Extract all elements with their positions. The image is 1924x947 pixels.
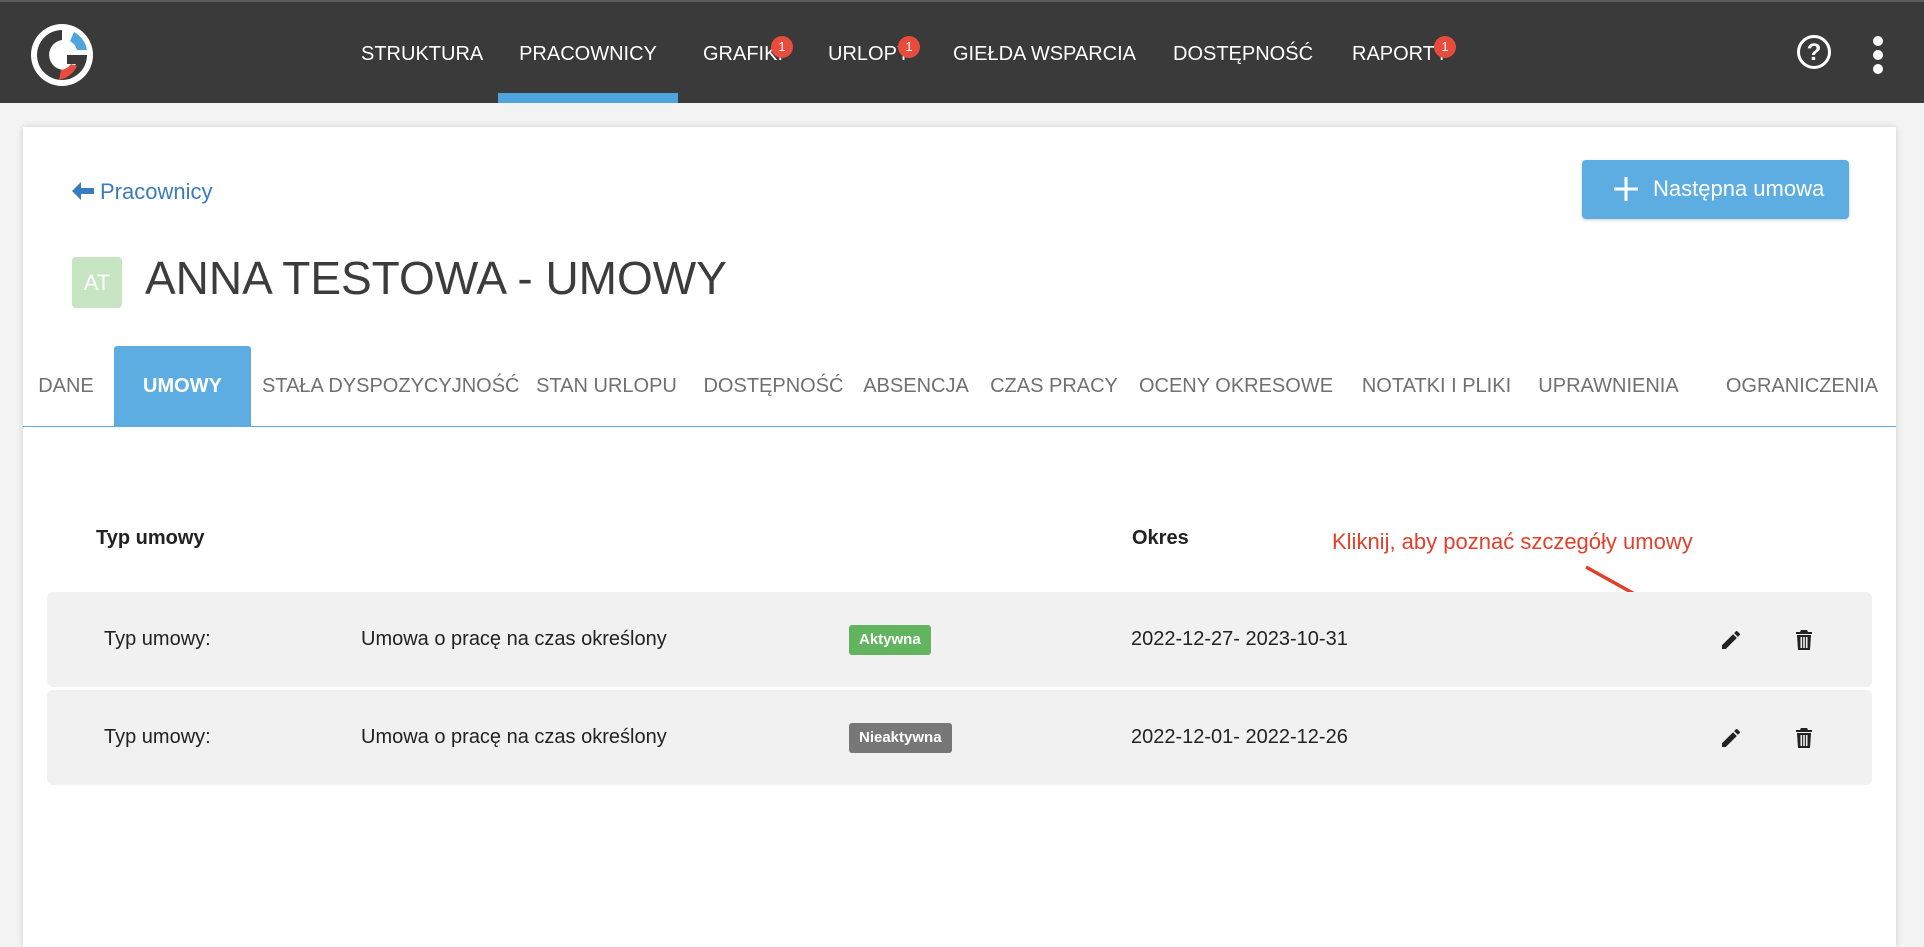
active-nav-indicator <box>498 93 678 103</box>
nav-item-urlopy[interactable]: URLOPY <box>828 2 910 103</box>
nav-item-label: DOSTĘPNOŚĆ <box>1173 43 1314 65</box>
tab-dostepnosc[interactable]: DOSTĘPNOŚĆ <box>701 346 846 426</box>
tab-notatki-i-pliki[interactable]: NOTATKI I PLIKI <box>1355 346 1518 426</box>
tab-czas-pracy[interactable]: CZAS PRACY <box>989 346 1119 426</box>
back-link-label: Pracownicy <box>100 179 213 204</box>
nav-item-pracownicy[interactable]: PRACOWNICY <box>498 2 678 103</box>
add-contract-button[interactable]: Następna umowa <box>1582 160 1849 219</box>
nav-item-label: GIEŁDA WSPARCIA <box>953 43 1137 65</box>
top-navigation-bar: STRUKTURA PRACOWNICY GRAFIKI 1 URLOPY 1 … <box>0 0 1924 103</box>
main-card: Pracownicy Następna umowa AT ANNA TESTOW… <box>23 127 1896 947</box>
contract-period: 2022-12-01- 2022-12-26 <box>1131 726 1348 748</box>
kebab-menu-icon[interactable] <box>1872 36 1884 76</box>
arrow-left-icon <box>72 182 94 200</box>
contract-type-value: Umowa o pracę na czas określony <box>361 628 667 650</box>
tab-oceny-okresowe[interactable]: OCENY OKRESOWE <box>1136 346 1336 426</box>
avatar: AT <box>72 257 122 308</box>
contract-period: 2022-12-27- 2023-10-31 <box>1131 628 1348 650</box>
nav-item-raporty[interactable]: RAPORTY <box>1352 2 1448 103</box>
nav-item-gielda-wsparcia[interactable]: GIEŁDA WSPARCIA <box>953 2 1136 103</box>
tab-stan-urlopu[interactable]: STAN URLOPU <box>535 346 678 426</box>
notification-badge: 1 <box>898 36 920 58</box>
tab-absencja[interactable]: ABSENCJA <box>862 346 970 426</box>
contract-type-label: Typ umowy: <box>104 726 211 748</box>
status-badge: Nieaktywna <box>849 723 952 753</box>
contract-type-value: Umowa o pracę na czas określony <box>361 726 667 748</box>
menu-dot <box>1873 36 1883 46</box>
trash-icon[interactable] <box>1792 628 1816 652</box>
column-header-type: Typ umowy <box>96 527 205 549</box>
pencil-icon[interactable] <box>1719 726 1743 750</box>
nav-item-struktura[interactable]: STRUKTURA <box>361 2 483 103</box>
nav-item-label: PRACOWNICY <box>519 43 657 65</box>
nav-item-dostepnosc[interactable]: DOSTĘPNOŚĆ <box>1173 2 1313 103</box>
nav-item-label: STRUKTURA <box>361 43 484 65</box>
trash-icon[interactable] <box>1792 726 1816 750</box>
back-link[interactable]: Pracownicy <box>72 179 212 205</box>
app-logo[interactable] <box>29 22 95 88</box>
status-badge: Aktywna <box>849 625 931 655</box>
annotation-hint: Kliknij, aby poznać szczegóły umowy <box>1332 529 1693 554</box>
tab-uprawnienia[interactable]: UPRAWNIENIA <box>1529 346 1688 426</box>
plus-icon <box>1614 177 1638 201</box>
add-contract-label: Następna umowa <box>1653 176 1825 201</box>
table-row[interactable]: Typ umowy: Umowa o pracę na czas określo… <box>47 592 1872 687</box>
help-icon[interactable]: ? <box>1797 35 1831 69</box>
menu-dot <box>1873 64 1883 74</box>
pencil-icon[interactable] <box>1719 628 1743 652</box>
notification-badge: 1 <box>771 36 793 58</box>
tab-umowy[interactable]: UMOWY <box>114 346 251 426</box>
tab-dane[interactable]: DANE <box>37 346 95 426</box>
page-title: ANNA TESTOWA - UMOWY <box>145 252 727 304</box>
employee-tabs: DANE UMOWY STAŁA DYSPOZYCYJNOŚĆ STAN URL… <box>23 346 1896 427</box>
column-header-period: Okres <box>1132 527 1189 549</box>
nav-item-grafiki[interactable]: GRAFIKI <box>703 2 783 103</box>
table-row[interactable]: Typ umowy: Umowa o pracę na czas określo… <box>47 690 1872 785</box>
tab-stala-dyspozycyjnosc[interactable]: STAŁA DYSPOZYCYJNOŚĆ <box>262 346 519 426</box>
tab-ograniczenia[interactable]: OGRANICZENIA <box>1702 346 1902 426</box>
menu-dot <box>1873 50 1883 60</box>
contract-type-label: Typ umowy: <box>104 628 211 650</box>
notification-badge: 1 <box>1434 36 1456 58</box>
